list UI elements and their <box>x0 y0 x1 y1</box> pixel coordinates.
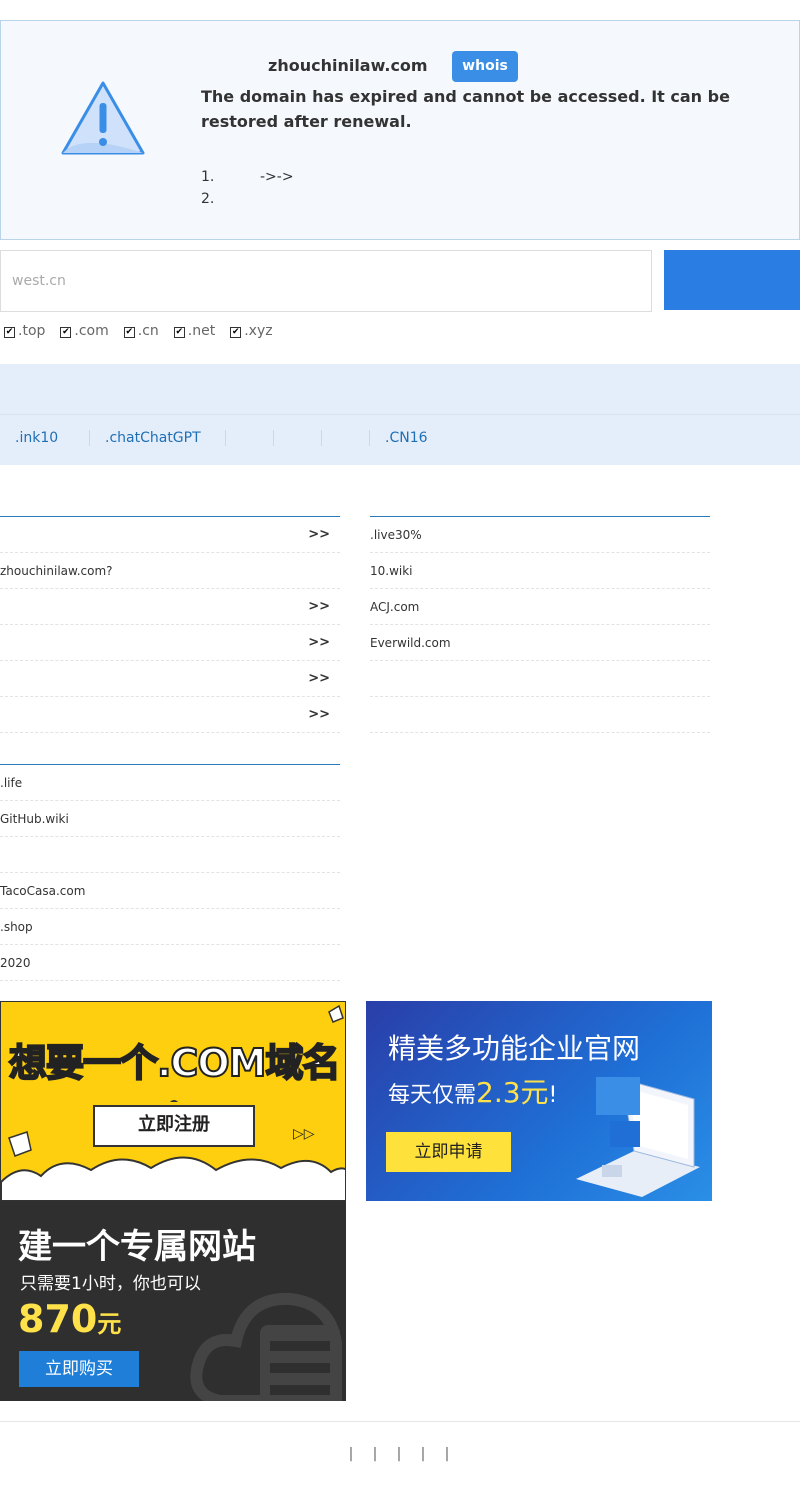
apply-button[interactable]: 立即申请 <box>386 1132 511 1172</box>
warning-icon <box>61 81 145 155</box>
banner-subtitle: 只需要1小时，你也可以 <box>20 1274 201 1294</box>
checkbox-icon[interactable]: ✔ <box>60 327 72 338</box>
checkbox-icon[interactable]: ✔ <box>173 327 185 338</box>
checkbox-icon[interactable]: ✔ <box>4 327 15 338</box>
step-link[interactable]: ->-> <box>260 166 294 188</box>
domain-title: zhouchinilaw.com <box>268 56 428 75</box>
banner-title: 建一个专属网站 <box>18 1227 256 1267</box>
whois-button[interactable]: whois <box>452 51 518 82</box>
expired-message: The domain has expired and cannot be acc… <box>201 87 730 131</box>
footer-separator: | <box>444 1446 450 1462</box>
renewal-steps: 1. ->-> 2. <box>201 166 294 210</box>
tld-label: .top <box>18 323 46 339</box>
promo-link[interactable]: .ink10 <box>0 430 90 446</box>
list-item[interactable]: >> <box>0 697 340 733</box>
more-link[interactable]: >> <box>308 625 330 661</box>
footer-divider <box>0 1421 800 1422</box>
footer-separator: | <box>348 1446 354 1462</box>
footer-separator: | <box>372 1446 378 1462</box>
divider <box>0 414 800 415</box>
com-domain-banner[interactable]: 想要一个.COM域名 立即注册 ▷▷ <box>0 1001 346 1201</box>
price: 870元 <box>18 1297 122 1341</box>
list-item[interactable] <box>0 837 340 873</box>
tld-option-com[interactable]: ✔ .com <box>60 323 109 339</box>
banner-subtitle: 每天仅需2.3元! <box>388 1076 558 1109</box>
list-item[interactable]: >> <box>0 661 340 697</box>
list-item[interactable] <box>370 697 710 733</box>
paper-icon <box>328 1004 344 1023</box>
more-link[interactable]: >> <box>308 517 330 553</box>
domain-search-input[interactable]: west.cn <box>0 250 652 312</box>
cloud-server-icon <box>190 1292 342 1401</box>
step-number: 2. <box>201 191 215 207</box>
tld-label: .com <box>74 323 109 339</box>
list-item[interactable]: zhouchinilaw.com? <box>0 553 340 589</box>
promo-band <box>0 364 800 465</box>
banner-title: 想要一个.COM域名 <box>8 1040 341 1086</box>
list-item[interactable]: 2020 <box>0 945 340 981</box>
step-1: 1. ->-> <box>201 166 294 188</box>
tld-option-net[interactable]: ✔ .net <box>173 323 216 339</box>
tld-label: .xyz <box>244 323 273 339</box>
list-item[interactable]: .live30% <box>370 517 710 553</box>
laptop-icon <box>576 1077 700 1197</box>
more-link[interactable]: >> <box>308 661 330 697</box>
list-item[interactable]: ACJ.com <box>370 589 710 625</box>
promo-link[interactable]: .CN16 <box>370 430 470 446</box>
footer-links: | | | | | <box>339 1446 459 1462</box>
list-item[interactable]: GitHub.wiki <box>0 801 340 837</box>
checkbox-icon[interactable]: ✔ <box>230 327 242 338</box>
list-item[interactable]: >> <box>0 517 340 553</box>
topic-list: .life GitHub.wiki TacoCasa.com .shop 202… <box>0 764 340 981</box>
article-list: .live30% 10.wiki ACJ.com Everwild.com <box>370 516 710 733</box>
list-item[interactable]: 10.wiki <box>370 553 710 589</box>
step-number: 1. <box>201 169 215 185</box>
checkbox-icon[interactable]: ✔ <box>123 327 135 338</box>
price: 2.3元 <box>476 1076 549 1109</box>
tld-option-xyz[interactable]: ✔ .xyz <box>230 323 273 339</box>
paper-icon <box>8 1131 32 1157</box>
tld-option-cn[interactable]: ✔ .cn <box>123 323 159 339</box>
enterprise-site-banner[interactable]: 精美多功能企业官网 每天仅需2.3元! 立即申请 <box>366 1001 712 1201</box>
banner-title: 精美多功能企业官网 <box>388 1032 641 1065</box>
promo-link[interactable] <box>274 430 322 446</box>
step-2: 2. <box>201 188 294 210</box>
buy-button[interactable]: 立即购买 <box>19 1351 139 1387</box>
cloud-shape <box>1 1156 345 1200</box>
tld-label: .net <box>187 323 216 339</box>
list-item[interactable]: .life <box>0 765 340 801</box>
promo-link[interactable] <box>322 430 370 446</box>
list-item[interactable]: TacoCasa.com <box>0 873 340 909</box>
tld-option-top[interactable]: ✔ .top <box>4 323 45 339</box>
list-item[interactable]: >> <box>0 589 340 625</box>
list-item[interactable] <box>370 661 710 697</box>
news-list: >> zhouchinilaw.com? >> >> >> >> <box>0 516 340 733</box>
more-link[interactable]: >> <box>308 697 330 733</box>
list-item[interactable]: .shop <box>0 909 340 945</box>
arrows-icon: ▷▷ <box>293 1126 315 1142</box>
promo-links: .ink10 .chatChatGPT .CN16 <box>0 430 470 446</box>
footer-separator: | <box>396 1446 402 1462</box>
more-link[interactable]: >> <box>308 589 330 625</box>
list-item[interactable]: >> <box>0 625 340 661</box>
footer-separator: | <box>420 1446 426 1462</box>
promo-link[interactable] <box>226 430 274 446</box>
search-button[interactable] <box>664 250 800 310</box>
website-builder-banner[interactable]: 建一个专属网站 只需要1小时，你也可以 870元 立即购买 <box>0 1201 346 1401</box>
promo-link[interactable]: .chatChatGPT <box>90 430 226 446</box>
tld-label: .cn <box>137 323 159 339</box>
list-item[interactable]: Everwild.com <box>370 625 710 661</box>
register-button[interactable]: 立即注册 <box>90 1102 258 1150</box>
tld-checkboxes: ✔ .top ✔ .com ✔ .cn ✔ .net ✔ .xyz <box>4 323 288 339</box>
